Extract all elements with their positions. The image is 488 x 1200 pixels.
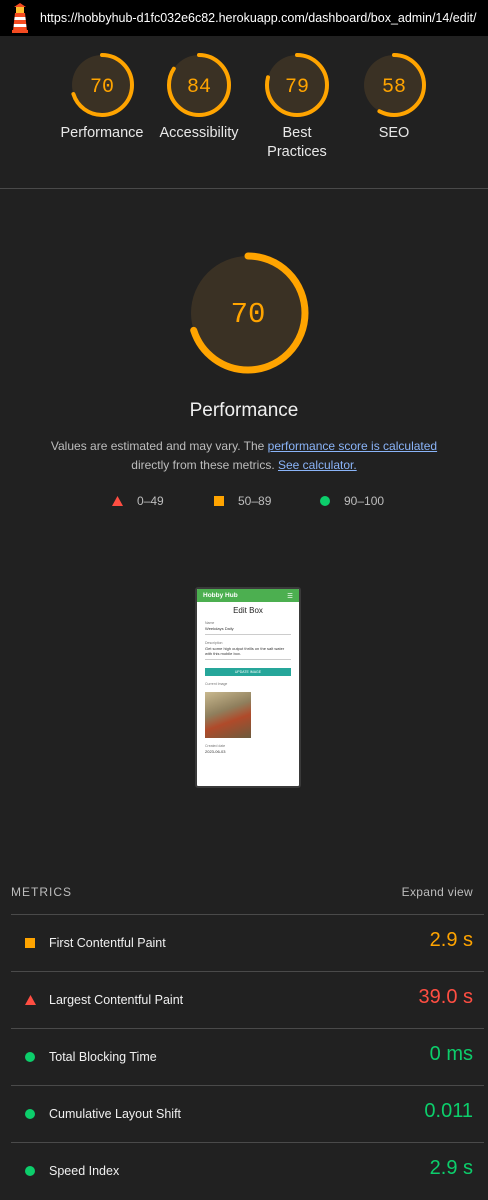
gauge-best-practices[interactable]: 79 Best Practices bbox=[242, 52, 352, 162]
metric-value: 0.011 bbox=[424, 1100, 473, 1122]
screenshot-image-label: Current Image bbox=[205, 682, 228, 686]
gauge-score: 84 bbox=[187, 76, 211, 99]
score-legend: 0–49 50–89 90–100 bbox=[0, 494, 488, 510]
metric-row: First Contentful Paint 2.9 s bbox=[11, 915, 473, 971]
legend-range: 50–89 bbox=[238, 494, 272, 508]
screenshot-navbar: Hobby Hub ☰ bbox=[197, 589, 299, 602]
square-icon bbox=[25, 938, 35, 948]
desc-text: directly from these metrics. bbox=[131, 458, 278, 472]
legend-average: 50–89 bbox=[214, 494, 271, 508]
metric-row: Cumulative Layout Shift 0.011 bbox=[11, 1086, 473, 1142]
metrics-title: METRICS bbox=[11, 885, 72, 899]
screenshot-brand: Hobby Hub bbox=[203, 592, 238, 599]
gauge-label: Performance bbox=[60, 125, 144, 141]
metric-name: Speed Index bbox=[49, 1164, 120, 1178]
browser-url-bar: https://hobbyhub-d1fc032e6c82.herokuapp.… bbox=[0, 0, 488, 36]
page-url[interactable]: https://hobbyhub-d1fc032e6c82.herokuapp.… bbox=[40, 11, 476, 25]
performance-gauge: 70 bbox=[187, 252, 309, 374]
score-calculated-link[interactable]: performance score is calculated bbox=[268, 439, 437, 453]
metric-name: Largest Contentful Paint bbox=[49, 993, 184, 1007]
gauge-ring: 84 bbox=[167, 53, 231, 117]
gauge-score: 79 bbox=[285, 76, 309, 99]
screenshot-date-value: 2023-06-03 bbox=[205, 749, 226, 754]
gauge-label: Accessibility bbox=[159, 125, 239, 141]
performance-score: 70 bbox=[231, 298, 266, 331]
metric-row: Total Blocking Time 0 ms bbox=[11, 1029, 473, 1085]
see-calculator-link[interactable]: See calculator. bbox=[278, 458, 357, 472]
hamburger-icon: ☰ bbox=[287, 592, 293, 600]
gauge-seo[interactable]: 58 SEO bbox=[339, 52, 449, 143]
final-screenshot[interactable]: Hobby Hub ☰ Edit Box Name Weekdays Daily… bbox=[195, 587, 301, 788]
screenshot-button: UPDATE IMAGE bbox=[205, 668, 291, 676]
metric-name: Total Blocking Time bbox=[49, 1050, 157, 1064]
gauge-label: Best Practices bbox=[267, 125, 327, 160]
legend-range: 0–49 bbox=[137, 494, 164, 508]
gauge-score: 70 bbox=[90, 76, 114, 99]
metric-row: Largest Contentful Paint 39.0 s bbox=[11, 972, 473, 1028]
performance-description: Values are estimated and may vary. The p… bbox=[0, 437, 488, 475]
metric-name: First Contentful Paint bbox=[49, 936, 166, 950]
screenshot-field-value: Weekdays Daily bbox=[205, 626, 291, 635]
metric-name: Cumulative Layout Shift bbox=[49, 1107, 182, 1121]
metric-row: Speed Index 2.9 s bbox=[11, 1143, 473, 1199]
performance-title: Performance bbox=[189, 400, 299, 421]
screenshot-heading: Edit Box bbox=[233, 606, 263, 615]
legend-pass: 90–100 bbox=[320, 494, 384, 508]
desc-text: Values are estimated and may vary. The bbox=[50, 439, 268, 453]
metric-value: 39.0 s bbox=[418, 986, 473, 1008]
screenshot-image bbox=[205, 692, 251, 738]
legend-range: 90–100 bbox=[344, 494, 385, 508]
triangle-icon bbox=[112, 496, 123, 506]
metrics-header: METRICS Expand view bbox=[11, 885, 473, 899]
circle-icon bbox=[25, 1109, 35, 1119]
expand-view-toggle[interactable]: Expand view bbox=[402, 885, 473, 899]
gauge-label: SEO bbox=[378, 125, 410, 141]
square-icon bbox=[214, 496, 224, 506]
gauge-ring: 70 bbox=[70, 53, 134, 117]
lighthouse-icon bbox=[12, 3, 28, 33]
screenshot-field-value: Get some high output thrills on the salt… bbox=[205, 646, 291, 660]
metric-value: 0 ms bbox=[429, 1043, 473, 1065]
section-divider bbox=[0, 188, 488, 189]
gauge-score: 58 bbox=[382, 76, 406, 99]
gauge-performance[interactable]: 70 Performance bbox=[47, 52, 157, 143]
gauge-ring: 58 bbox=[362, 53, 426, 117]
metric-value: 2.9 s bbox=[429, 1157, 473, 1179]
screenshot-date-label: Created date bbox=[205, 744, 226, 748]
screenshot-field-label: Name bbox=[205, 621, 215, 625]
gauge-accessibility[interactable]: 84 Accessibility bbox=[144, 52, 254, 143]
gauge-ring: 79 bbox=[265, 53, 329, 117]
metric-value: 2.9 s bbox=[429, 929, 473, 951]
screenshot-field-label: Description bbox=[205, 641, 223, 645]
legend-fail: 0–49 bbox=[112, 494, 164, 508]
circle-icon bbox=[25, 1166, 35, 1176]
circle-icon bbox=[25, 1052, 35, 1062]
triangle-icon bbox=[25, 995, 36, 1005]
circle-icon bbox=[320, 496, 330, 506]
